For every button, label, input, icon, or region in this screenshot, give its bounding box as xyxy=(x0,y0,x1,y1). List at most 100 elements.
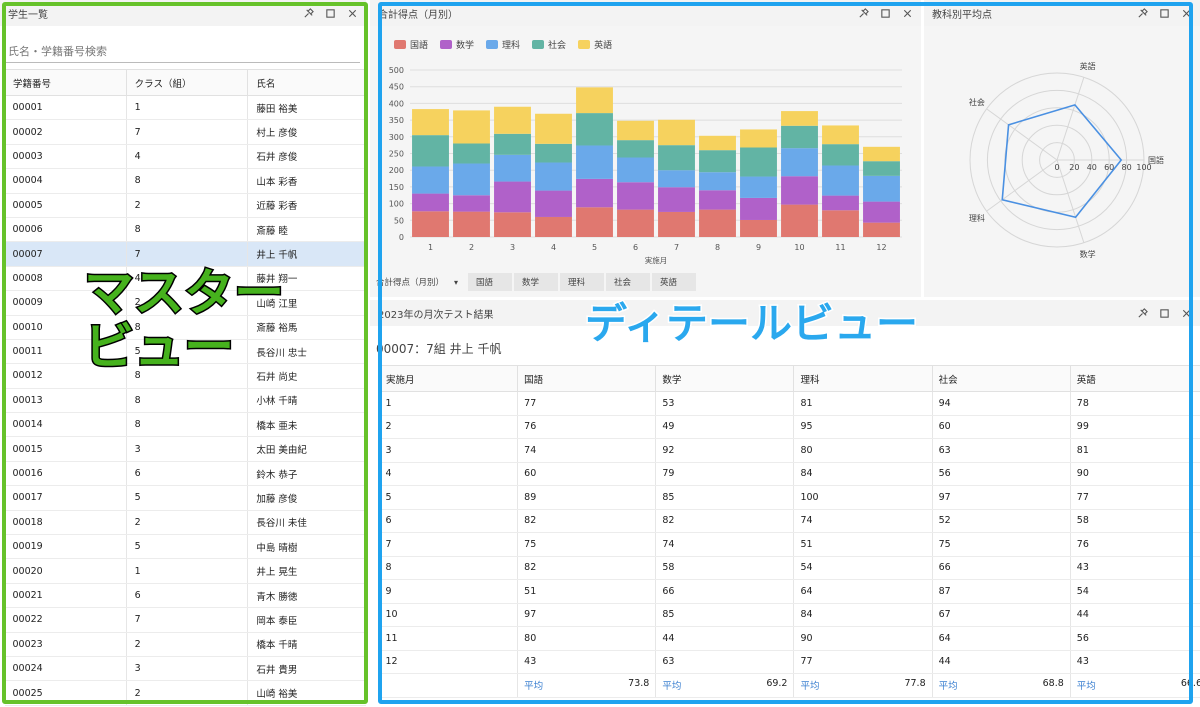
bar-segment[interactable] xyxy=(576,87,613,114)
bar-segment[interactable] xyxy=(535,143,572,163)
student-row[interactable]: 00018 2 長谷川 未佳 xyxy=(4,510,366,536)
pivot-label[interactable]: 合計得点（月別） xyxy=(370,276,454,288)
bar-segment[interactable] xyxy=(699,209,736,237)
pin-icon[interactable] xyxy=(1136,7,1148,19)
legend-item[interactable]: 国語 xyxy=(394,38,428,51)
bar-segment[interactable] xyxy=(576,178,613,208)
bar-segment[interactable] xyxy=(863,222,900,237)
bar-segment[interactable] xyxy=(494,133,531,155)
result-row[interactable]: 2 76 49 95 60 99 xyxy=(379,415,1200,439)
bar-segment[interactable] xyxy=(412,193,449,212)
bar-segment[interactable] xyxy=(494,154,531,182)
student-row[interactable]: 00020 1 井上 晃生 xyxy=(4,558,366,584)
bar-segment[interactable] xyxy=(412,211,449,237)
bar-segment[interactable] xyxy=(658,170,695,188)
student-row[interactable]: 00011 5 長谷川 忠士 xyxy=(4,339,366,365)
student-row[interactable]: 00023 2 橋本 千晴 xyxy=(4,632,366,657)
bar-segment[interactable] xyxy=(535,216,572,237)
result-row[interactable]: 1 77 53 81 94 78 xyxy=(379,391,1200,416)
bar-segment[interactable] xyxy=(617,209,654,237)
column-header-class[interactable]: クラス（組） xyxy=(125,69,249,96)
result-row[interactable]: 12 43 63 77 44 43 xyxy=(379,650,1200,674)
pin-icon[interactable] xyxy=(857,7,869,19)
student-row[interactable]: 00014 8 橋本 亜未 xyxy=(4,412,366,438)
bar-segment[interactable] xyxy=(658,211,695,237)
bar-segment[interactable] xyxy=(576,207,613,237)
bar-segment[interactable] xyxy=(699,190,736,210)
bar-segment[interactable] xyxy=(494,212,531,237)
column-header-month[interactable]: 実施月 xyxy=(378,365,519,392)
student-row[interactable]: 00013 8 小林 千晴 xyxy=(4,388,366,414)
close-icon[interactable] xyxy=(346,7,358,19)
chevron-down-icon[interactable]: ▾ xyxy=(454,278,458,287)
bar-segment[interactable] xyxy=(658,119,695,146)
bar-segment[interactable] xyxy=(822,195,859,211)
student-row[interactable]: 00007 7 井上 千帆 xyxy=(4,241,366,267)
bar-segment[interactable] xyxy=(535,162,572,191)
student-row[interactable]: 00021 6 青木 勝徳 xyxy=(4,583,366,609)
maximize-icon[interactable] xyxy=(879,7,891,19)
student-row[interactable]: 00017 5 加藤 彦俊 xyxy=(4,485,366,511)
bar-segment[interactable] xyxy=(535,113,572,144)
bar-segment[interactable] xyxy=(781,125,818,149)
column-header-student-id[interactable]: 学籍番号 xyxy=(4,69,127,96)
student-row[interactable]: 00001 1 藤田 裕美 xyxy=(4,95,366,121)
bar-segment[interactable] xyxy=(617,157,654,183)
bar-segment[interactable] xyxy=(781,111,818,126)
pivot-field-chip[interactable]: 数学 xyxy=(514,273,559,291)
maximize-icon[interactable] xyxy=(1158,7,1170,19)
bar-segment[interactable] xyxy=(863,161,900,176)
student-row[interactable]: 00022 7 岡本 泰臣 xyxy=(4,607,366,633)
close-icon[interactable] xyxy=(1180,307,1192,319)
bar-segment[interactable] xyxy=(617,140,654,158)
student-row[interactable]: 00003 4 石井 彦俊 xyxy=(4,144,366,170)
bar-segment[interactable] xyxy=(699,135,736,151)
bar-segment[interactable] xyxy=(658,145,695,171)
student-row[interactable]: 00004 8 山本 彩香 xyxy=(4,168,366,194)
result-row[interactable]: 9 51 66 64 87 54 xyxy=(379,579,1200,604)
result-row[interactable]: 6 82 82 74 52 58 xyxy=(379,509,1200,533)
student-row[interactable]: 00024 3 石井 貴男 xyxy=(4,656,366,682)
bar-segment[interactable] xyxy=(740,147,777,177)
student-row[interactable]: 00016 6 鈴木 恭子 xyxy=(4,461,366,487)
legend-item[interactable]: 社会 xyxy=(532,38,566,51)
bar-segment[interactable] xyxy=(822,165,859,196)
legend-item[interactable]: 英語 xyxy=(578,38,612,51)
bar-segment[interactable] xyxy=(494,106,531,134)
bar-segment[interactable] xyxy=(781,204,818,237)
result-row[interactable]: 8 82 58 54 66 43 xyxy=(379,556,1200,580)
bar-segment[interactable] xyxy=(781,148,818,177)
bar-segment[interactable] xyxy=(494,181,531,213)
bar-segment[interactable] xyxy=(453,195,490,212)
column-header-science[interactable]: 理科 xyxy=(793,365,933,392)
result-row[interactable]: 11 80 44 90 64 56 xyxy=(379,626,1200,651)
bar-segment[interactable] xyxy=(453,211,490,237)
close-icon[interactable] xyxy=(1180,7,1192,19)
bar-segment[interactable] xyxy=(822,125,859,145)
bar-segment[interactable] xyxy=(453,163,490,196)
student-row[interactable]: 00015 3 太田 美由紀 xyxy=(4,436,366,462)
bar-segment[interactable] xyxy=(740,176,777,198)
result-row[interactable]: 10 97 85 84 67 44 xyxy=(379,603,1200,627)
maximize-icon[interactable] xyxy=(324,7,336,19)
result-row[interactable]: 7 75 74 51 75 76 xyxy=(379,532,1200,557)
bar-segment[interactable] xyxy=(822,210,859,237)
result-row[interactable]: 5 89 85 100 97 77 xyxy=(379,485,1200,510)
bar-segment[interactable] xyxy=(576,113,613,146)
student-search-input[interactable] xyxy=(6,41,360,63)
bar-segment[interactable] xyxy=(453,110,490,144)
pivot-field-chip[interactable]: 国語 xyxy=(468,273,513,291)
pin-icon[interactable] xyxy=(1136,307,1148,319)
bar-segment[interactable] xyxy=(699,172,736,191)
pivot-field-chip[interactable]: 理科 xyxy=(560,273,605,291)
student-row[interactable]: 00006 8 斎藤 睦 xyxy=(4,217,366,243)
bar-segment[interactable] xyxy=(412,135,449,167)
bar-segment[interactable] xyxy=(658,187,695,212)
maximize-icon[interactable] xyxy=(1158,307,1170,319)
bar-segment[interactable] xyxy=(740,129,777,148)
pivot-field-chip[interactable]: 英語 xyxy=(652,273,697,291)
bar-segment[interactable] xyxy=(740,219,777,237)
bar-segment[interactable] xyxy=(576,145,613,179)
pivot-field-chip[interactable]: 社会 xyxy=(606,273,651,291)
bar-segment[interactable] xyxy=(863,175,900,202)
